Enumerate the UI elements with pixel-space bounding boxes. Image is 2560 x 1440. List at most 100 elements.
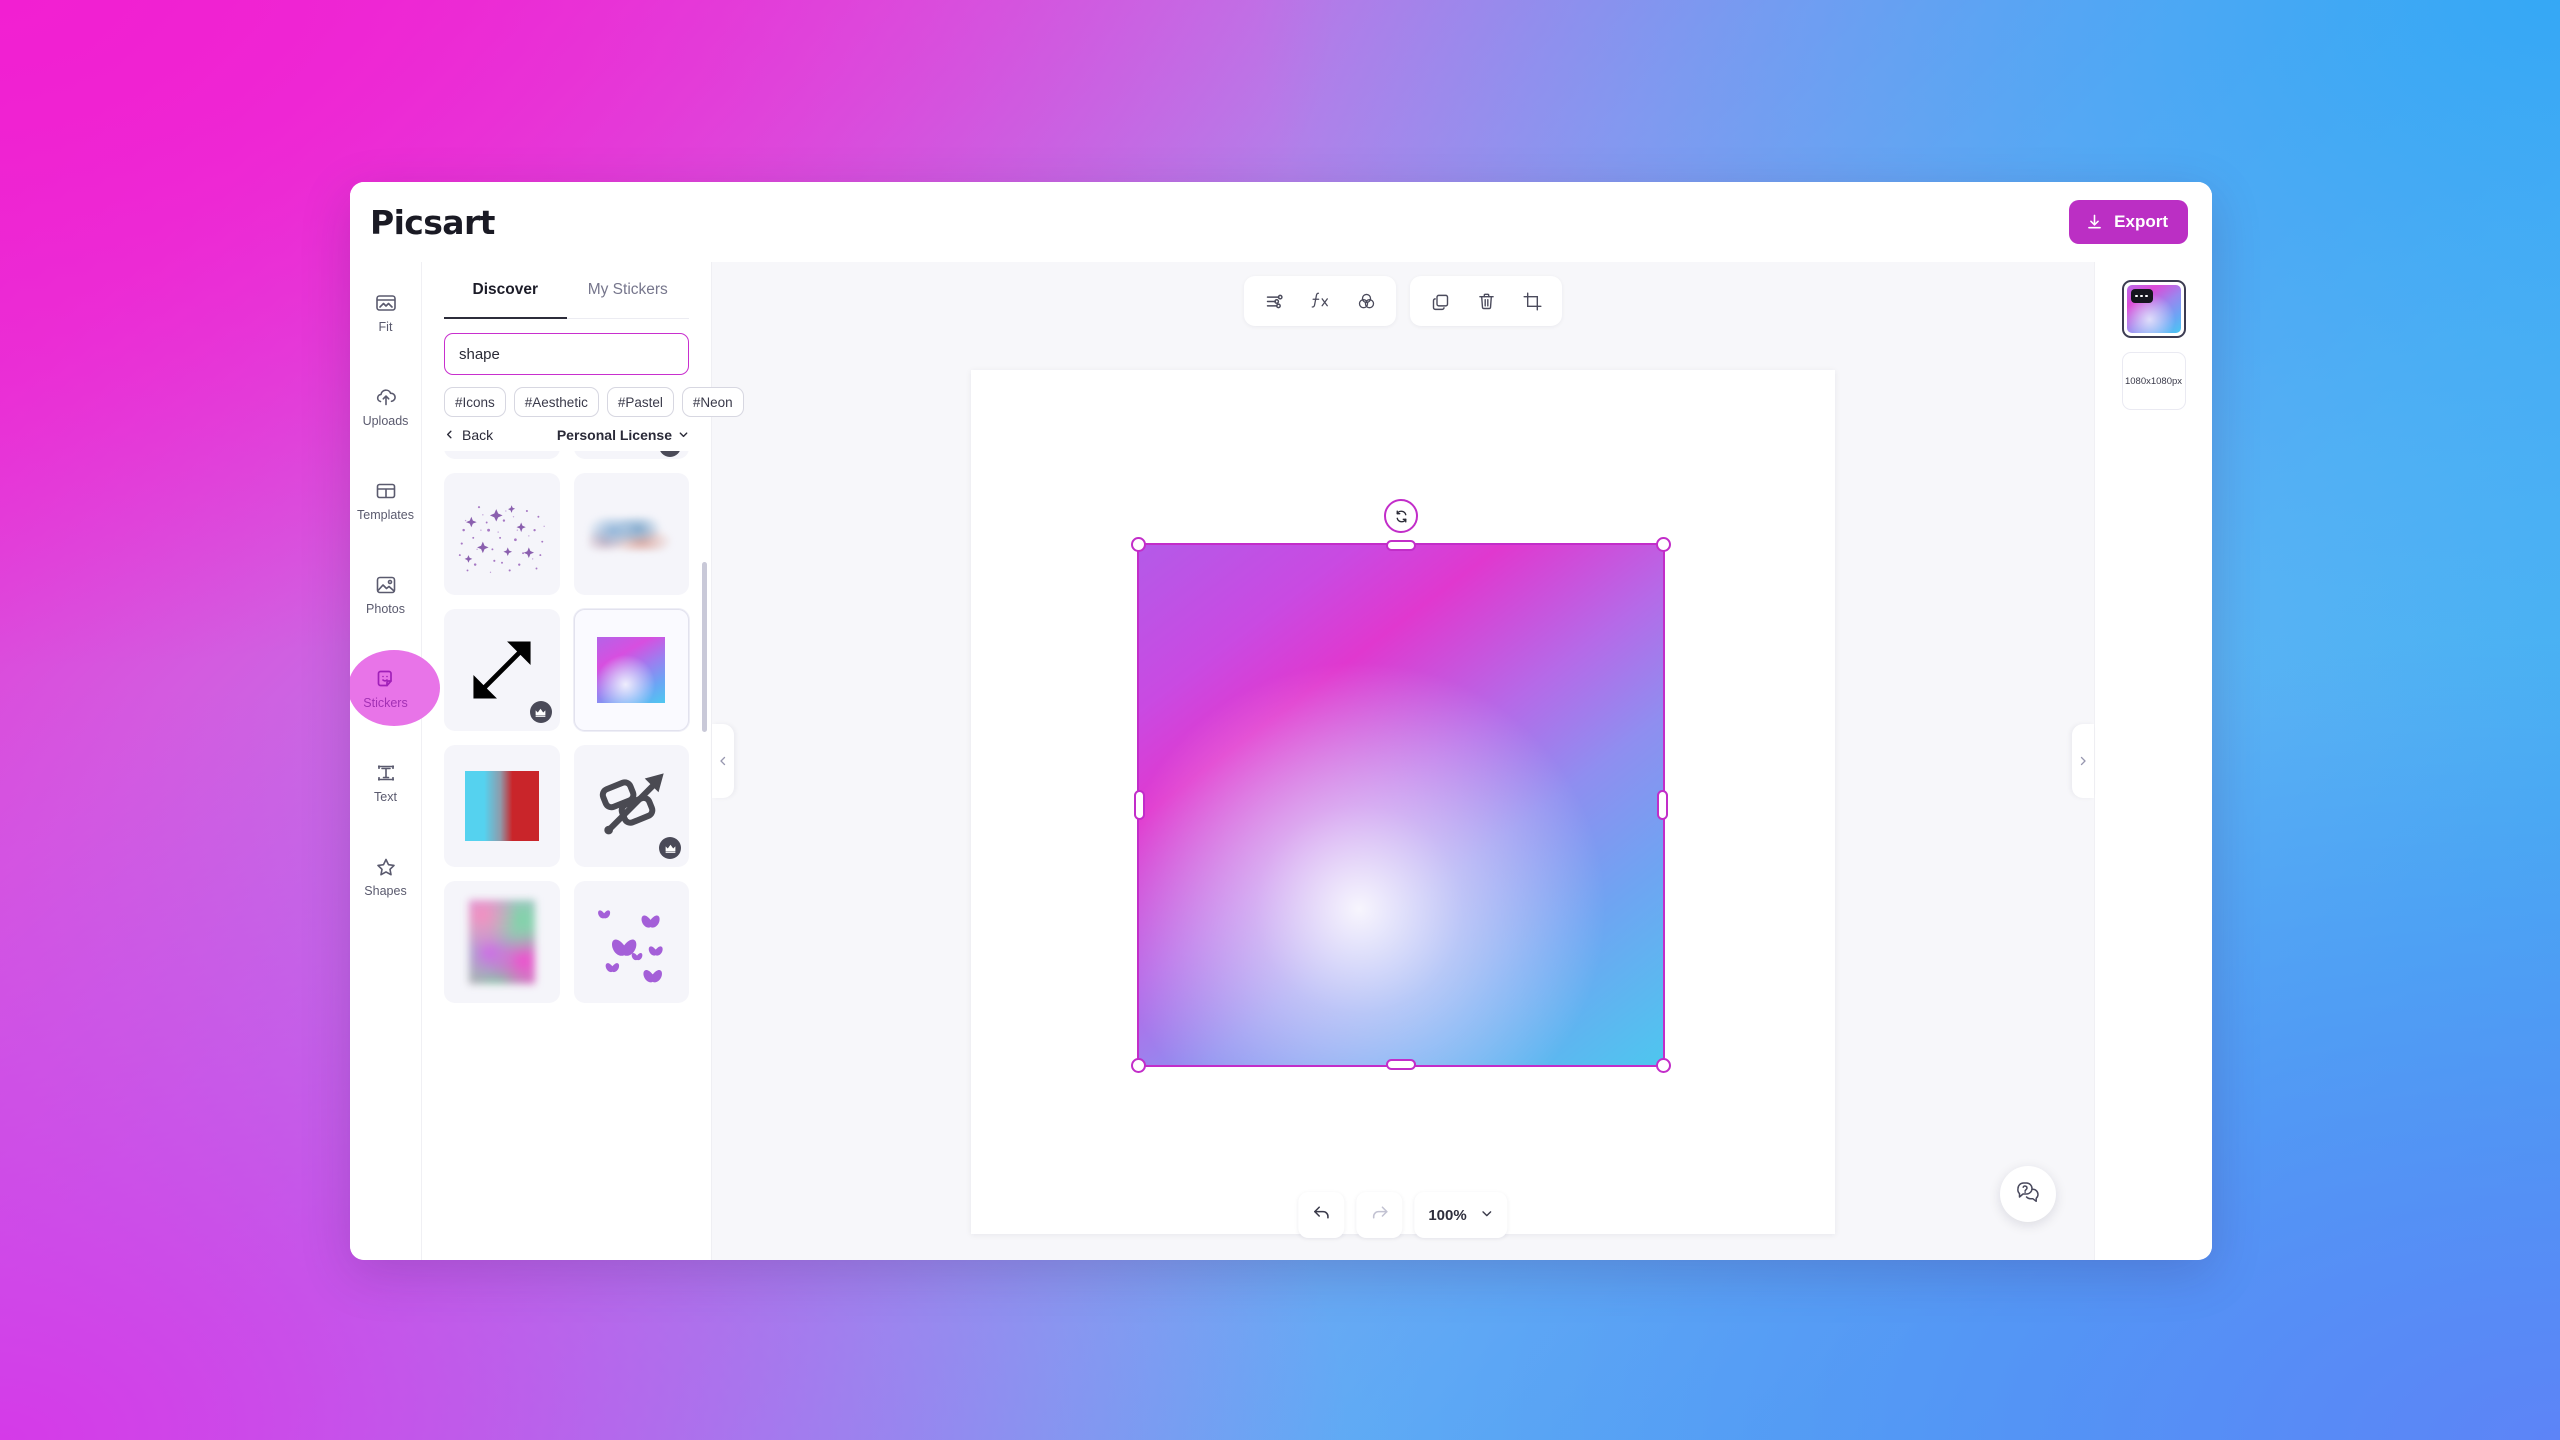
sidebar-item-label: Stickers bbox=[363, 695, 408, 710]
duplicate-icon[interactable] bbox=[1420, 281, 1460, 321]
sticker-tile[interactable] bbox=[573, 451, 689, 459]
app-header: Picsart Export bbox=[350, 182, 2212, 262]
photos-icon bbox=[374, 573, 398, 597]
tabs-underline bbox=[444, 317, 689, 319]
layer-thumbnail[interactable] bbox=[2121, 280, 2186, 338]
picsart-editor-window: Picsart Export Fit Uploads Templates Pho… bbox=[350, 182, 2212, 1260]
cyan-red-gradient-art bbox=[464, 771, 539, 841]
left-tool-rail: Fit Uploads Templates Photos Stickers Te… bbox=[350, 262, 422, 1260]
blend-mode-icon[interactable] bbox=[1346, 281, 1386, 321]
sticker-tile-rotate-arrow[interactable] bbox=[573, 745, 689, 867]
editor-body: Fit Uploads Templates Photos Stickers Te… bbox=[350, 262, 2212, 1260]
back-button-label: Back bbox=[462, 427, 494, 443]
license-dropdown[interactable]: Personal License bbox=[557, 427, 689, 443]
download-icon bbox=[2085, 213, 2104, 232]
collapse-right-panel-button[interactable] bbox=[2072, 724, 2094, 798]
delete-icon[interactable] bbox=[1466, 281, 1506, 321]
crown-icon bbox=[659, 837, 681, 859]
sticker-tile-gradient-square-selected[interactable] bbox=[573, 609, 689, 731]
sidebar-item-label: Shapes bbox=[364, 883, 407, 898]
sticker-grid bbox=[444, 451, 689, 1003]
canvas-size-card[interactable]: 1080x1080px bbox=[2121, 352, 2186, 410]
redo-icon bbox=[1369, 1202, 1390, 1228]
toolbar-group-object bbox=[1410, 276, 1562, 326]
chip-icons[interactable]: #Icons bbox=[444, 387, 506, 417]
header-actions: Export bbox=[2069, 200, 2212, 244]
sidebar-item-uploads[interactable]: Uploads bbox=[350, 370, 422, 442]
sticker-icon bbox=[374, 667, 398, 691]
collapse-left-panel-button[interactable] bbox=[712, 724, 734, 798]
adjust-icon[interactable] bbox=[1254, 281, 1294, 321]
multicolor-blur-art bbox=[468, 900, 535, 984]
export-button[interactable]: Export bbox=[2069, 200, 2188, 244]
layer-thumbnail-preview bbox=[2126, 285, 2181, 333]
chip-neon[interactable]: #Neon bbox=[681, 387, 744, 417]
panel-subbar: Back Personal License bbox=[422, 417, 711, 451]
canvas-size-label: 1080x1080px bbox=[2124, 375, 2183, 387]
cloud-art bbox=[588, 517, 675, 551]
undo-button[interactable] bbox=[1298, 1192, 1345, 1238]
crop-icon[interactable] bbox=[1512, 281, 1552, 321]
chip-aesthetic[interactable]: #Aesthetic bbox=[513, 387, 599, 417]
effects-fx-icon[interactable] bbox=[1300, 281, 1340, 321]
sticker-tile-butterflies[interactable] bbox=[573, 881, 689, 1003]
sidebar-item-shapes[interactable]: Shapes bbox=[350, 840, 422, 912]
active-tab-indicator bbox=[444, 317, 567, 319]
sticker-tile-multicolor-blur[interactable] bbox=[444, 881, 560, 1003]
panel-tabs: Discover My Stickers bbox=[422, 262, 711, 318]
picsart-logo[interactable]: Picsart bbox=[370, 203, 495, 242]
chevron-down-icon bbox=[678, 427, 689, 443]
stickers-panel: Discover My Stickers shape #Icons #Aesth… bbox=[422, 262, 744, 1260]
sidebar-item-photos[interactable]: Photos bbox=[350, 558, 422, 630]
sidebar-item-label: Fit bbox=[378, 319, 393, 334]
panel-scrollbar[interactable] bbox=[702, 562, 707, 732]
sidebar-item-stickers[interactable]: Stickers bbox=[350, 652, 422, 724]
tab-discover[interactable]: Discover bbox=[444, 262, 567, 318]
sidebar-item-fit[interactable]: Fit bbox=[350, 276, 422, 348]
canvas-stage[interactable] bbox=[971, 370, 1835, 1234]
redo-button[interactable] bbox=[1356, 1192, 1403, 1238]
fit-icon bbox=[374, 291, 398, 315]
sidebar-item-templates[interactable]: Templates bbox=[350, 464, 422, 536]
arrow-diagonal-art bbox=[473, 641, 531, 699]
rotate-handle[interactable] bbox=[1384, 499, 1418, 533]
sticker-grid-scroll[interactable] bbox=[422, 451, 711, 1260]
text-icon bbox=[374, 761, 398, 785]
license-label: Personal License bbox=[556, 427, 672, 443]
rotate-arrow-art bbox=[600, 773, 664, 835]
search-input-value: shape bbox=[459, 345, 500, 363]
back-button[interactable]: Back bbox=[444, 427, 493, 443]
toolbar-group-adjust bbox=[1244, 276, 1396, 326]
search-input[interactable]: shape bbox=[444, 333, 689, 375]
sticker-tile-sparkles[interactable] bbox=[444, 473, 560, 595]
sidebar-item-label: Templates bbox=[357, 507, 414, 522]
sidebar-item-label: Text bbox=[374, 789, 397, 804]
sticker-tile[interactable] bbox=[444, 451, 560, 459]
gradient-square-art bbox=[597, 637, 666, 703]
butterflies-art bbox=[598, 910, 663, 983]
object-toolbar bbox=[1244, 276, 1562, 326]
sidebar-item-text[interactable]: Text bbox=[350, 746, 422, 818]
chevron-left-icon bbox=[444, 427, 455, 443]
search-area: shape bbox=[422, 319, 711, 375]
sparkles-art bbox=[458, 505, 545, 574]
canvas-area: 100% bbox=[712, 262, 2094, 1260]
more-options-icon[interactable] bbox=[2130, 289, 2153, 303]
templates-icon bbox=[374, 479, 398, 503]
help-chat-icon bbox=[2015, 1179, 2041, 1210]
zoom-level-dropdown[interactable]: 100% bbox=[1414, 1192, 1508, 1238]
chevron-down-icon bbox=[1481, 1207, 1494, 1224]
sidebar-item-label: Uploads bbox=[362, 413, 409, 428]
crown-icon bbox=[659, 451, 681, 457]
undo-icon bbox=[1311, 1202, 1332, 1228]
sticker-tile-cloud[interactable] bbox=[573, 473, 689, 595]
sticker-tile-cyan-red-gradient[interactable] bbox=[444, 745, 560, 867]
gradient-layer[interactable] bbox=[1139, 545, 1663, 1065]
chip-pastel[interactable]: #Pastel bbox=[606, 387, 674, 417]
sticker-tile-diagonal-arrow[interactable] bbox=[444, 609, 560, 731]
tab-my-stickers[interactable]: My Stickers bbox=[567, 262, 690, 318]
star-icon bbox=[374, 855, 398, 879]
help-chat-button[interactable] bbox=[2000, 1166, 2056, 1222]
crown-icon bbox=[529, 701, 552, 723]
canvas-bottom-bar: 100% bbox=[1298, 1192, 1508, 1238]
